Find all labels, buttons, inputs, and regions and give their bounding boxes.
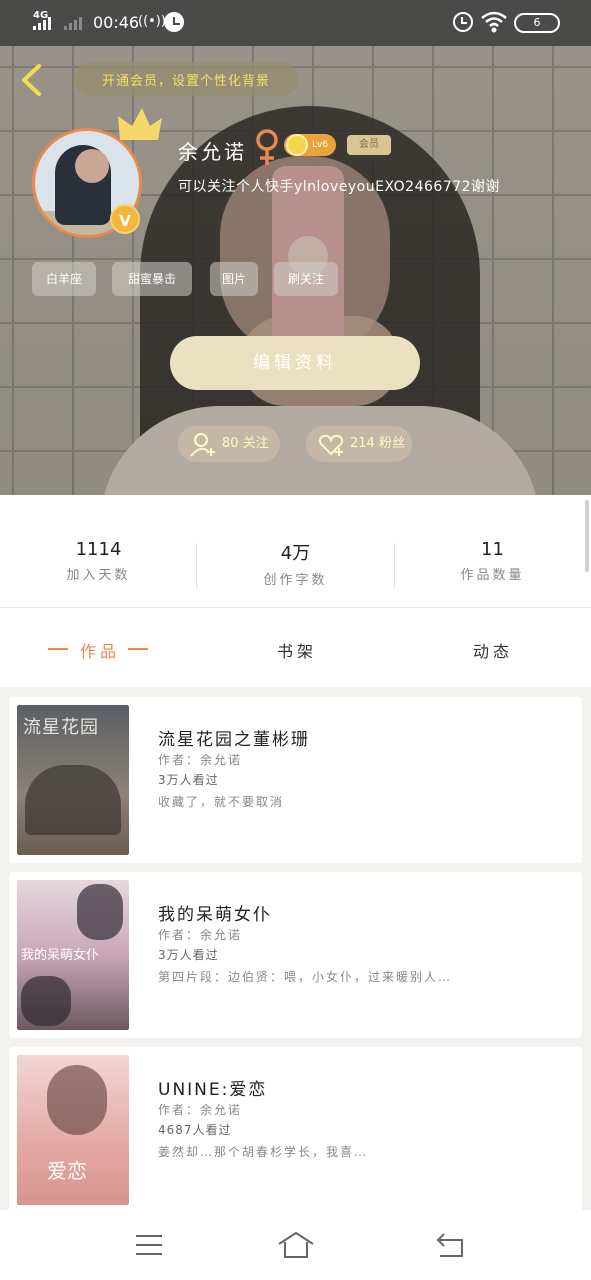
work-card[interactable]: 流星花园 流星花园之董彬珊 作者：余允诺 3万人看过 收藏了，就不要取消 bbox=[9, 697, 582, 863]
wifi-icon bbox=[481, 11, 507, 33]
work-title: 流星花园之董彬珊 bbox=[158, 730, 310, 750]
tag-item[interactable]: 甜蜜暴击 bbox=[112, 262, 192, 296]
female-icon bbox=[256, 129, 278, 165]
work-card[interactable]: 爱恋 UNINE:爱恋 作者：余允诺 4687人看过 姜然却…那个胡春杉学长，我… bbox=[9, 1047, 582, 1213]
vip-badge[interactable]: 会员 bbox=[347, 135, 391, 155]
heart-plus-icon bbox=[319, 434, 343, 456]
cover-title: 流星花园 bbox=[23, 717, 99, 738]
tab-bookshelf[interactable]: 书架 bbox=[277, 638, 317, 662]
signal-2-icon bbox=[64, 16, 82, 30]
back-icon[interactable] bbox=[18, 62, 44, 98]
stat-label: 加入天数 bbox=[66, 568, 131, 583]
stat-works: 11 作品数量 bbox=[394, 539, 591, 583]
work-cover: 流星花园 bbox=[17, 705, 129, 855]
work-reads: 4687人看过 bbox=[158, 1123, 232, 1137]
system-nav-bar bbox=[0, 1210, 591, 1280]
cover-title: 我的呆萌女仆 bbox=[21, 948, 100, 963]
tab-indicator-left bbox=[48, 648, 68, 650]
clock: 00:46 bbox=[93, 13, 140, 32]
work-author: 作者：余允诺 bbox=[158, 753, 243, 767]
tab-activity[interactable]: 动态 bbox=[473, 638, 513, 662]
home-icon[interactable] bbox=[276, 1230, 316, 1260]
work-cover: 爱恋 bbox=[17, 1055, 129, 1205]
stats-panel: 1114 加入天数 4万 创作字数 11 作品数量 bbox=[0, 495, 591, 607]
following-count: 80 关注 bbox=[222, 436, 269, 451]
stat-value: 1114 bbox=[75, 539, 122, 560]
followers-count: 214 粉丝 bbox=[350, 436, 405, 451]
battery-icon: 6 bbox=[514, 13, 560, 33]
edit-profile-button[interactable]: 编辑资料 bbox=[170, 336, 420, 390]
tag-item[interactable]: 图片 bbox=[210, 262, 258, 296]
tab-indicator-right bbox=[128, 648, 148, 650]
cover-title: 爱恋 bbox=[47, 1159, 87, 1183]
work-desc: 姜然却…那个胡春杉学长，我喜… bbox=[158, 1145, 369, 1159]
followers-button[interactable]: 214 粉丝 bbox=[306, 426, 412, 462]
following-button[interactable]: 80 关注 bbox=[178, 426, 280, 462]
crown-icon bbox=[118, 108, 162, 140]
work-cover: 我的呆萌女仆 bbox=[17, 880, 129, 1030]
vibrate-icon: ((•)) bbox=[138, 14, 166, 29]
work-desc: 收藏了，就不要取消 bbox=[158, 795, 285, 809]
work-title: 我的呆萌女仆 bbox=[158, 905, 272, 925]
verified-badge: V bbox=[110, 204, 140, 234]
stat-value: 11 bbox=[481, 539, 504, 560]
person-add-icon bbox=[190, 433, 215, 457]
signal-icon bbox=[33, 16, 51, 30]
tab-bar: 作品 书架 动态 bbox=[0, 607, 591, 687]
alarm-icon bbox=[164, 12, 184, 32]
work-author: 作者：余允诺 bbox=[158, 928, 243, 942]
back-nav-icon[interactable] bbox=[434, 1230, 468, 1260]
status-bar: 4G 00:46 ((•)) 6 bbox=[0, 0, 591, 46]
alarm-clock-icon bbox=[453, 12, 473, 32]
stat-label: 作品数量 bbox=[460, 568, 525, 583]
work-title: UNINE:爱恋 bbox=[158, 1080, 268, 1100]
work-author: 作者：余允诺 bbox=[158, 1103, 243, 1117]
work-card[interactable]: 我的呆萌女仆 我的呆萌女仆 作者：余允诺 3万人看过 第四片段：边伯贤：喂，小女… bbox=[9, 872, 582, 1038]
stat-words: 4万 创作字数 bbox=[197, 539, 394, 588]
work-reads: 3万人看过 bbox=[158, 948, 219, 962]
stat-label: 创作字数 bbox=[263, 573, 328, 588]
user-bio: 可以关注个人快手ylnloveyouEXO2466772谢谢 bbox=[178, 179, 501, 195]
tab-works[interactable]: 作品 bbox=[80, 638, 120, 662]
vip-notice-banner[interactable]: 开通会员，设置个性化背景 bbox=[74, 62, 298, 96]
user-name: 余允诺 bbox=[178, 140, 247, 164]
menu-icon[interactable] bbox=[134, 1230, 164, 1260]
stat-value: 4万 bbox=[280, 543, 311, 564]
work-desc: 第四片段：边伯贤：喂，小女仆，过来暖别人… bbox=[158, 970, 453, 984]
tag-item[interactable]: 白羊座 bbox=[32, 262, 96, 296]
work-reads: 3万人看过 bbox=[158, 773, 219, 787]
level-icon bbox=[286, 134, 308, 156]
tag-item[interactable]: 刷关注 bbox=[274, 262, 338, 296]
profile-header: 开通会员，设置个性化背景 V 余允诺 Lv6 会员 可以关注个人快手ylnlov… bbox=[0, 46, 591, 495]
scrollbar[interactable] bbox=[585, 500, 589, 572]
stat-days: 1114 加入天数 bbox=[0, 539, 197, 583]
